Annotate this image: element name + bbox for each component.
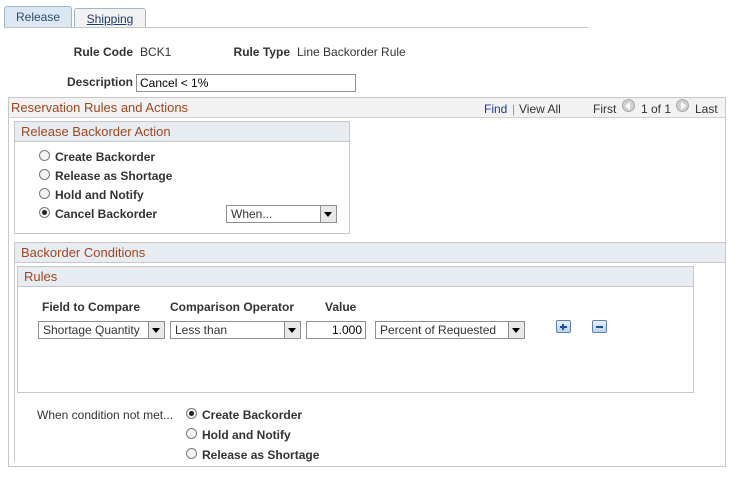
previous-icon[interactable] — [622, 99, 635, 112]
chevron-down-icon[interactable] — [320, 206, 336, 222]
description-field[interactable]: Cancel < 1% — [136, 74, 356, 92]
plus-icon[interactable] — [556, 320, 571, 333]
chevron-down-icon[interactable] — [148, 322, 164, 338]
rule-code-label: Rule Code — [73, 45, 133, 59]
row-counter: 1 of 1 — [641, 102, 672, 116]
label-hold-and-notify: Hold and Notify — [55, 188, 144, 202]
release-action-header: Release Backorder Action — [15, 122, 349, 142]
last-link[interactable]: Last — [695, 102, 718, 116]
label-cancel-backorder: Cancel Backorder — [55, 207, 158, 221]
col-field-to-compare: Field to Compare — [42, 300, 141, 314]
unit-select-value: Percent of Requested — [380, 323, 497, 337]
value-field[interactable]: 1.000 — [306, 321, 366, 339]
tab-release[interactable]: Release — [4, 6, 72, 28]
conditions-header: Backorder Conditions — [15, 243, 725, 263]
description-label: Description — [66, 75, 133, 89]
first-link[interactable]: First — [593, 102, 616, 116]
reservation-header: Reservation Rules and Actions — [9, 98, 725, 118]
reservation-title: Reservation Rules and Actions — [11, 100, 189, 115]
label-not-met-release-as-shortage: Release as Shortage — [202, 448, 320, 462]
when-select[interactable]: When... — [226, 205, 337, 223]
unit-select[interactable]: Percent of Requested — [375, 321, 525, 339]
label-release-as-shortage: Release as Shortage — [55, 169, 173, 183]
chevron-down-icon[interactable] — [508, 322, 524, 338]
conditions-title: Backorder Conditions — [21, 245, 146, 260]
rules-header: Rules — [18, 267, 693, 287]
label-not-met-hold-and-notify: Hold and Notify — [202, 428, 291, 442]
minus-icon[interactable] — [592, 320, 607, 333]
radio-create-backorder[interactable] — [39, 150, 50, 161]
release-action-title: Release Backorder Action — [21, 124, 171, 139]
label-not-met-create-backorder: Create Backorder — [202, 408, 303, 422]
field-to-compare-select[interactable]: Shortage Quantity — [38, 321, 165, 339]
rules-title: Rules — [24, 269, 58, 284]
radio-not-met-release-as-shortage[interactable] — [186, 448, 197, 459]
comparison-operator-select[interactable]: Less than — [170, 321, 301, 339]
rule-type-value: Line Backorder Rule — [297, 45, 406, 59]
field-to-compare-value: Shortage Quantity — [43, 323, 140, 337]
chevron-down-icon[interactable] — [284, 322, 300, 338]
col-value: Value — [325, 300, 357, 314]
label-create-backorder: Create Backorder — [55, 150, 156, 164]
radio-not-met-hold-and-notify[interactable] — [186, 428, 197, 439]
comparison-operator-value: Less than — [175, 323, 228, 337]
not-met-label: When condition not met... — [37, 408, 174, 422]
col-comparison-operator: Comparison Operator — [170, 300, 295, 314]
view-all-link[interactable]: View All — [519, 102, 561, 116]
nav-separator: | — [512, 102, 516, 116]
rule-type-label: Rule Type — [233, 45, 290, 59]
tab-divider — [4, 27, 588, 28]
radio-hold-and-notify[interactable] — [39, 188, 50, 199]
next-icon[interactable] — [676, 99, 689, 112]
tab-shipping[interactable]: Shipping — [74, 8, 146, 28]
when-select-value: When... — [231, 207, 273, 221]
radio-cancel-backorder[interactable] — [39, 207, 50, 218]
rule-code-value: BCK1 — [140, 45, 172, 59]
radio-not-met-create-backorder[interactable] — [186, 408, 197, 419]
radio-release-as-shortage[interactable] — [39, 169, 50, 180]
find-link[interactable]: Find — [484, 102, 507, 116]
